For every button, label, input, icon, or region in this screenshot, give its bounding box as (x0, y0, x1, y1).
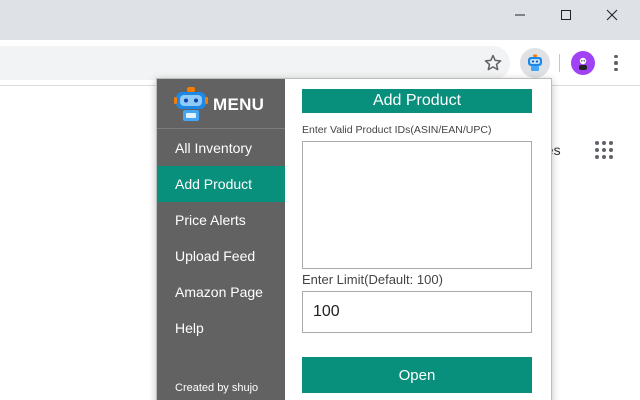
extension-popup: MENU All Inventory Add Product Price Ale… (156, 78, 552, 400)
robot-logo-icon (174, 86, 208, 122)
menu-header: MENU (157, 79, 285, 129)
address-bar[interactable] (0, 46, 510, 80)
limit-label: Enter Limit(Default: 100) (302, 272, 443, 287)
product-ids-label: Enter Valid Product IDs(ASIN/EAN/UPC) (302, 124, 492, 136)
close-icon[interactable] (589, 0, 635, 30)
profile-avatar-icon[interactable] (571, 51, 595, 75)
menu-title: MENU (213, 95, 265, 114)
browser-titlebar (0, 0, 640, 40)
menu-item-upload-feed[interactable]: Upload Feed (157, 238, 285, 274)
limit-input[interactable] (302, 291, 532, 333)
menu-sidebar: MENU All Inventory Add Product Price Ale… (157, 79, 285, 400)
menu-item-amazon-page[interactable]: Amazon Page (157, 274, 285, 310)
apps-grid-icon[interactable] (595, 141, 613, 159)
add-product-panel: Add Product Enter Valid Product IDs(ASIN… (285, 79, 551, 400)
star-icon[interactable] (483, 53, 503, 73)
menu-item-price-alerts[interactable]: Price Alerts (157, 202, 285, 238)
minimize-icon[interactable] (497, 0, 543, 30)
menu-item-help[interactable]: Help (157, 310, 285, 346)
maximize-icon[interactable] (543, 0, 589, 30)
panel-title: Add Product (302, 89, 532, 113)
robot-extension-icon[interactable] (520, 48, 550, 78)
menu-item-add-product[interactable]: Add Product (157, 166, 285, 202)
toolbar-separator (559, 54, 560, 72)
menu-item-all-inventory[interactable]: All Inventory (157, 130, 285, 166)
product-ids-textarea[interactable] (302, 141, 532, 269)
kebab-menu-icon[interactable] (606, 53, 626, 73)
open-button[interactable]: Open (302, 357, 532, 393)
created-by-credit: Created by shujo (175, 382, 259, 394)
